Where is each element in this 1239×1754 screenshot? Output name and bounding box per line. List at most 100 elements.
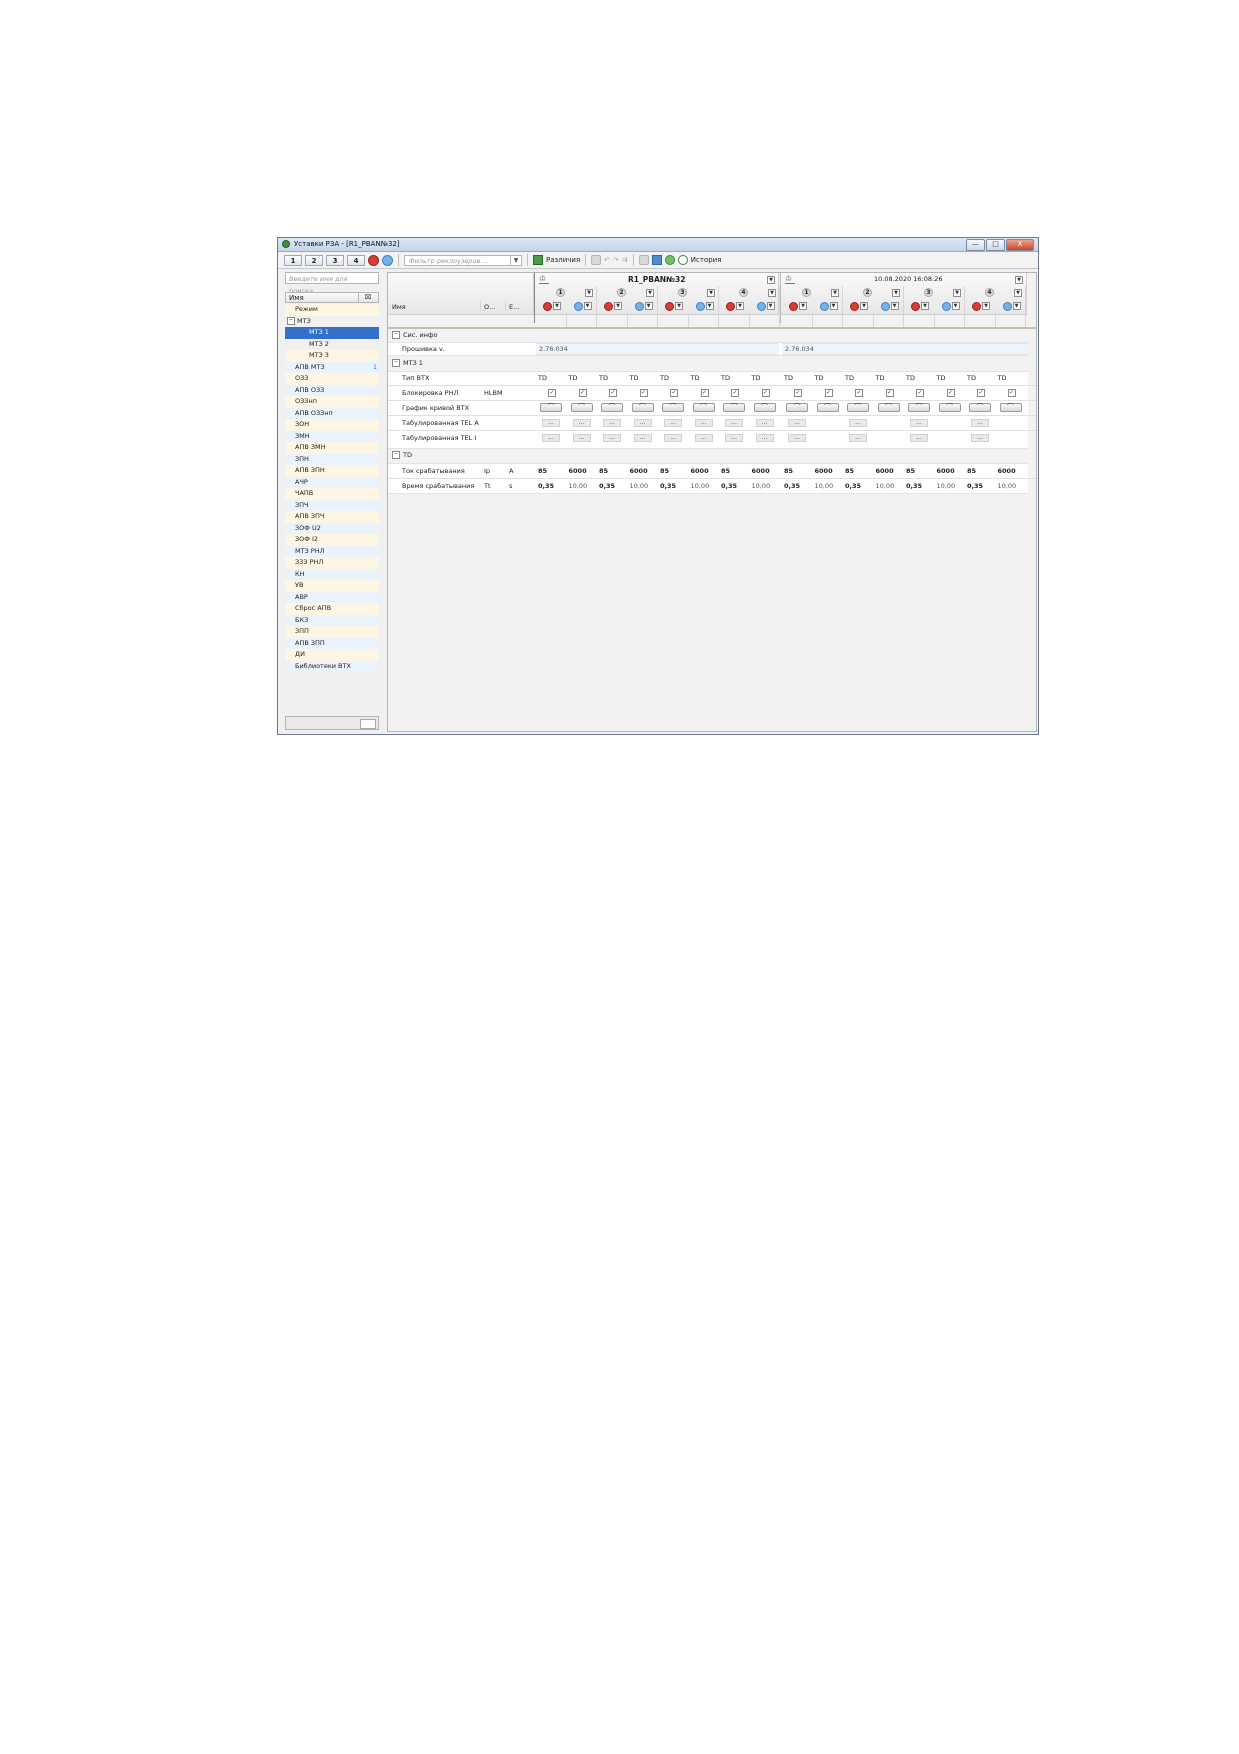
tab-a-edit-button[interactable]: ... xyxy=(664,419,682,427)
set-dropdown-icon[interactable]: ▼ xyxy=(953,289,961,297)
chevron-down-icon[interactable]: ▼ xyxy=(583,302,592,310)
tree-item[interactable]: КН xyxy=(285,568,379,580)
block-checkbox[interactable]: ✓ xyxy=(700,389,709,397)
current-value[interactable]: 6000 xyxy=(815,465,833,477)
tab-i-edit-button[interactable]: ... xyxy=(971,434,989,442)
tree-item[interactable]: МТЗ 1 xyxy=(285,327,379,339)
collapse-icon[interactable]: − xyxy=(392,451,400,459)
tab-i-edit-button[interactable]: ... xyxy=(694,434,713,442)
block-checkbox[interactable]: ✓ xyxy=(609,389,617,397)
curve-chart-button[interactable]: ⌒ xyxy=(786,403,808,412)
vtx-type-value[interactable]: TD xyxy=(752,372,761,384)
curve-chart-button[interactable]: ⌒ xyxy=(601,403,623,412)
tree-item[interactable]: АПВ ЗПЧ xyxy=(285,511,379,523)
vtx-type-value[interactable]: TD xyxy=(906,372,915,384)
set-dropdown-icon[interactable]: ▼ xyxy=(768,289,776,297)
tree-item[interactable]: ОЗЗнп xyxy=(285,396,379,408)
time-value[interactable]: 10,00 xyxy=(815,480,834,492)
set-dropdown-icon[interactable]: ▼ xyxy=(1014,289,1022,297)
tab-i-edit-button[interactable]: ... xyxy=(603,434,621,442)
vtx-type-value[interactable]: TD xyxy=(784,372,793,384)
vtx-type-value[interactable]: TD xyxy=(599,372,608,384)
current-value[interactable]: 6000 xyxy=(998,465,1016,477)
add-icon[interactable] xyxy=(726,302,735,311)
section-sys-info[interactable]: − Сис. инфо xyxy=(392,331,437,339)
add-icon[interactable] xyxy=(911,302,920,311)
tab-a-edit-button[interactable]: ... xyxy=(971,419,989,427)
set-dropdown-icon[interactable]: ▼ xyxy=(831,289,839,297)
tree-column-header[interactable]: Имя ⌧ xyxy=(285,292,379,303)
tab-i-edit-button[interactable]: ... xyxy=(542,434,560,442)
tab-a-edit-button[interactable]: ... xyxy=(788,419,806,427)
remove-icon[interactable] xyxy=(695,302,705,311)
block-checkbox[interactable]: ✓ xyxy=(1007,389,1016,397)
time-value[interactable]: 0,35 xyxy=(906,480,922,492)
remove-icon[interactable] xyxy=(756,302,766,311)
tab-3[interactable]: 3 xyxy=(326,254,344,266)
tab-i-edit-button[interactable]: ... xyxy=(788,434,806,442)
block-checkbox[interactable]: ✓ xyxy=(639,389,648,397)
maximize-button[interactable]: □ xyxy=(986,239,1005,251)
tree-item[interactable]: АВР xyxy=(285,591,379,603)
current-value[interactable]: 6000 xyxy=(569,465,587,477)
time-value[interactable]: 0,35 xyxy=(721,480,737,492)
tree-item[interactable]: ОЗЗ xyxy=(285,373,379,385)
block-checkbox[interactable]: ✓ xyxy=(578,389,587,397)
diff-button[interactable]: Различия xyxy=(533,255,580,265)
current-value[interactable]: 6000 xyxy=(752,465,770,477)
vtx-type-value[interactable]: TD xyxy=(660,372,669,384)
time-value[interactable]: 0,35 xyxy=(845,480,861,492)
horizontal-scrollbar[interactable] xyxy=(285,716,379,730)
time-value[interactable]: 10,00 xyxy=(691,480,710,492)
collapse-icon[interactable]: − xyxy=(392,359,400,367)
save-icon[interactable] xyxy=(591,255,602,265)
tree-item[interactable]: АПВ ЗПН xyxy=(285,465,379,477)
copy-icon[interactable] xyxy=(638,255,649,265)
block-checkbox[interactable]: ✓ xyxy=(794,389,802,397)
tree-item[interactable]: БКЗ xyxy=(285,614,379,626)
chevron-down-icon[interactable]: ▼ xyxy=(890,302,899,310)
add-icon[interactable] xyxy=(972,302,981,311)
tree-item[interactable]: ЗОФ I2 xyxy=(285,534,379,546)
chevron-down-icon[interactable]: ▼ xyxy=(921,302,929,310)
chevron-down-icon[interactable]: ▼ xyxy=(799,302,807,310)
vtx-type-value[interactable]: TD xyxy=(937,372,946,384)
time-value[interactable]: 10,00 xyxy=(569,480,588,492)
remove-icon[interactable] xyxy=(819,302,829,311)
tree-item[interactable]: АЧР xyxy=(285,476,379,488)
vtx-type-value[interactable]: TD xyxy=(815,372,824,384)
chevron-down-icon[interactable]: ▼ xyxy=(766,302,775,310)
time-value[interactable]: 10,00 xyxy=(752,480,771,492)
chevron-down-icon[interactable]: ▼ xyxy=(736,302,744,310)
vtx-type-value[interactable]: TD xyxy=(967,372,976,384)
tree-item[interactable]: Сброс АПВ xyxy=(285,603,379,615)
chevron-down-icon[interactable]: ▼ xyxy=(829,302,838,310)
tab-i-edit-button[interactable]: ... xyxy=(849,434,867,442)
tab-2[interactable]: 2 xyxy=(305,254,323,266)
current-value[interactable]: 85 xyxy=(538,465,547,477)
block-checkbox[interactable]: ✓ xyxy=(761,389,770,397)
current-value[interactable]: 6000 xyxy=(630,465,648,477)
tab-a-edit-button[interactable]: ... xyxy=(633,419,652,427)
tree-item[interactable]: ЗОН xyxy=(285,419,379,431)
tree-item[interactable]: АПВ ЗМН xyxy=(285,442,379,454)
firmware-cell-2[interactable] xyxy=(782,343,1028,355)
remove-icon[interactable] xyxy=(941,302,951,311)
set-dropdown-icon[interactable]: ▼ xyxy=(585,289,593,297)
chevron-down-icon[interactable]: ▼ xyxy=(644,302,653,310)
tab-a-edit-button[interactable]: ... xyxy=(755,419,774,427)
recloser-filter-select[interactable]: Фильтр реклоузеров ... ▼ xyxy=(404,254,522,266)
chevron-down-icon[interactable]: ▼ xyxy=(675,302,683,310)
tree-item[interactable]: УВ xyxy=(285,580,379,592)
set-dropdown-icon[interactable]: ▼ xyxy=(892,289,900,297)
block-checkbox[interactable]: ✓ xyxy=(916,389,924,397)
current-value[interactable]: 85 xyxy=(721,465,730,477)
vtx-type-value[interactable]: TD xyxy=(569,372,578,384)
block-checkbox[interactable]: ✓ xyxy=(670,389,678,397)
tab-a-edit-button[interactable]: ... xyxy=(725,419,743,427)
tab-a-edit-button[interactable]: ... xyxy=(542,419,560,427)
add-icon[interactable] xyxy=(604,302,613,311)
time-value[interactable]: 0,35 xyxy=(599,480,615,492)
time-value[interactable]: 10,00 xyxy=(876,480,895,492)
col-header-name[interactable]: Имя xyxy=(392,303,406,311)
